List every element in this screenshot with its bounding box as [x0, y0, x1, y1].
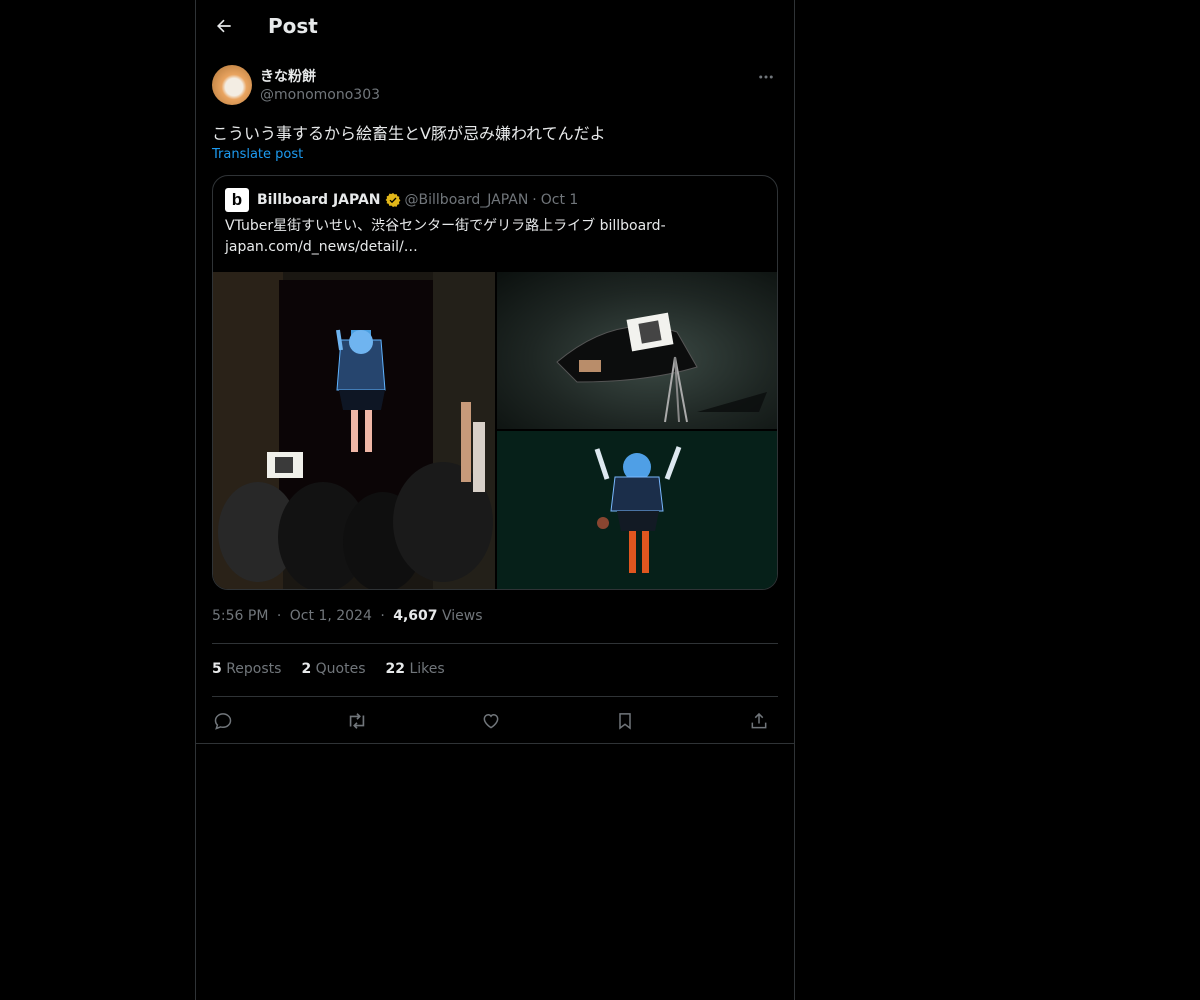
meta-separator: ·: [380, 608, 385, 624]
meta-separator: ·: [276, 608, 282, 624]
like-icon: [483, 713, 499, 729]
photo-guitar-case-qr[interactable]: [497, 272, 777, 429]
reposts-count: 5: [212, 661, 222, 677]
likes-count: 22: [385, 661, 405, 677]
photo-street-performance-art: [213, 272, 495, 589]
quotes-count: 2: [301, 661, 312, 677]
likes-stat[interactable]: 22 Likes: [386, 661, 445, 677]
repost-icon: [349, 713, 365, 729]
translate-link[interactable]: Translate post: [212, 147, 303, 162]
quoted-post[interactable]: b Billboard JAPAN @Billboard_JAPAN · Oct…: [212, 175, 778, 590]
header: Post: [196, 0, 794, 54]
reposts-label: Reposts: [226, 661, 282, 677]
views-label: Views: [441, 608, 483, 624]
repost-button[interactable]: [343, 707, 371, 735]
post-meta: 5:56 PM · Oct 1, 2024 · 4,607 Views: [212, 608, 483, 624]
page-title: Post: [268, 14, 318, 38]
more-button[interactable]: [754, 65, 778, 89]
post-text: こういう事するから絵畜生とV豚が忌み嫌われてんだよ: [212, 124, 606, 143]
quoted-author-name: Billboard JAPAN: [257, 192, 381, 208]
quoted-author-handle: @Billboard_JAPAN: [404, 192, 529, 208]
photo-street-performance[interactable]: [213, 272, 495, 589]
post-time[interactable]: 5:56 PM: [212, 608, 268, 624]
author-name[interactable]: きな粉餅: [260, 66, 316, 86]
divider: [212, 696, 778, 697]
bookmark-button[interactable]: [611, 707, 639, 735]
post-date[interactable]: Oct 1, 2024: [290, 608, 372, 624]
photo-vtuber-hologram[interactable]: [497, 431, 777, 589]
arrow-left-icon: [217, 19, 231, 33]
bookmark-icon: [619, 713, 631, 730]
quoted-text: VTuber星街すいせい、渋谷センター街でゲリラ路上ライブ billboard-…: [225, 218, 666, 255]
share-button[interactable]: [745, 707, 773, 735]
media-grid: [213, 272, 777, 589]
avatar[interactable]: [212, 65, 252, 105]
views-count: 4,607: [393, 608, 438, 624]
billboard-logo: b: [225, 188, 249, 212]
quoted-date: Oct 1: [540, 192, 579, 208]
divider: [196, 743, 794, 744]
reply-icon: [214, 713, 232, 730]
quoted-post-header: b Billboard JAPAN @Billboard_JAPAN · Oct…: [225, 188, 578, 212]
engagement-stats: 5 Reposts 2 Quotes 22 Likes: [212, 661, 445, 677]
photo-guitar-case-art: [556, 312, 767, 423]
likes-label: Likes: [409, 661, 445, 677]
quotes-label: Quotes: [315, 661, 366, 677]
reposts-stat[interactable]: 5 Reposts: [212, 661, 281, 677]
photo-vtuber-hologram-art: [497, 431, 777, 589]
author-block: きな粉餅 @monomono303: [212, 65, 778, 107]
verified-badge-icon: [385, 193, 400, 207]
back-button[interactable]: [208, 10, 240, 42]
post-column: Post きな粉餅 @monomono303 こういう事するから絵畜生とV豚が忌…: [195, 0, 795, 1000]
quoted-separator: ·: [532, 192, 537, 208]
divider: [212, 643, 778, 644]
share-icon: [751, 712, 767, 729]
like-button[interactable]: [477, 707, 505, 735]
billboard-logo-letter: b: [231, 190, 243, 209]
quotes-stat[interactable]: 2 Quotes: [301, 661, 365, 677]
more-icon: [759, 75, 773, 79]
action-bar: [212, 707, 778, 735]
author-handle[interactable]: @monomono303: [260, 87, 380, 103]
reply-button[interactable]: [209, 707, 237, 735]
